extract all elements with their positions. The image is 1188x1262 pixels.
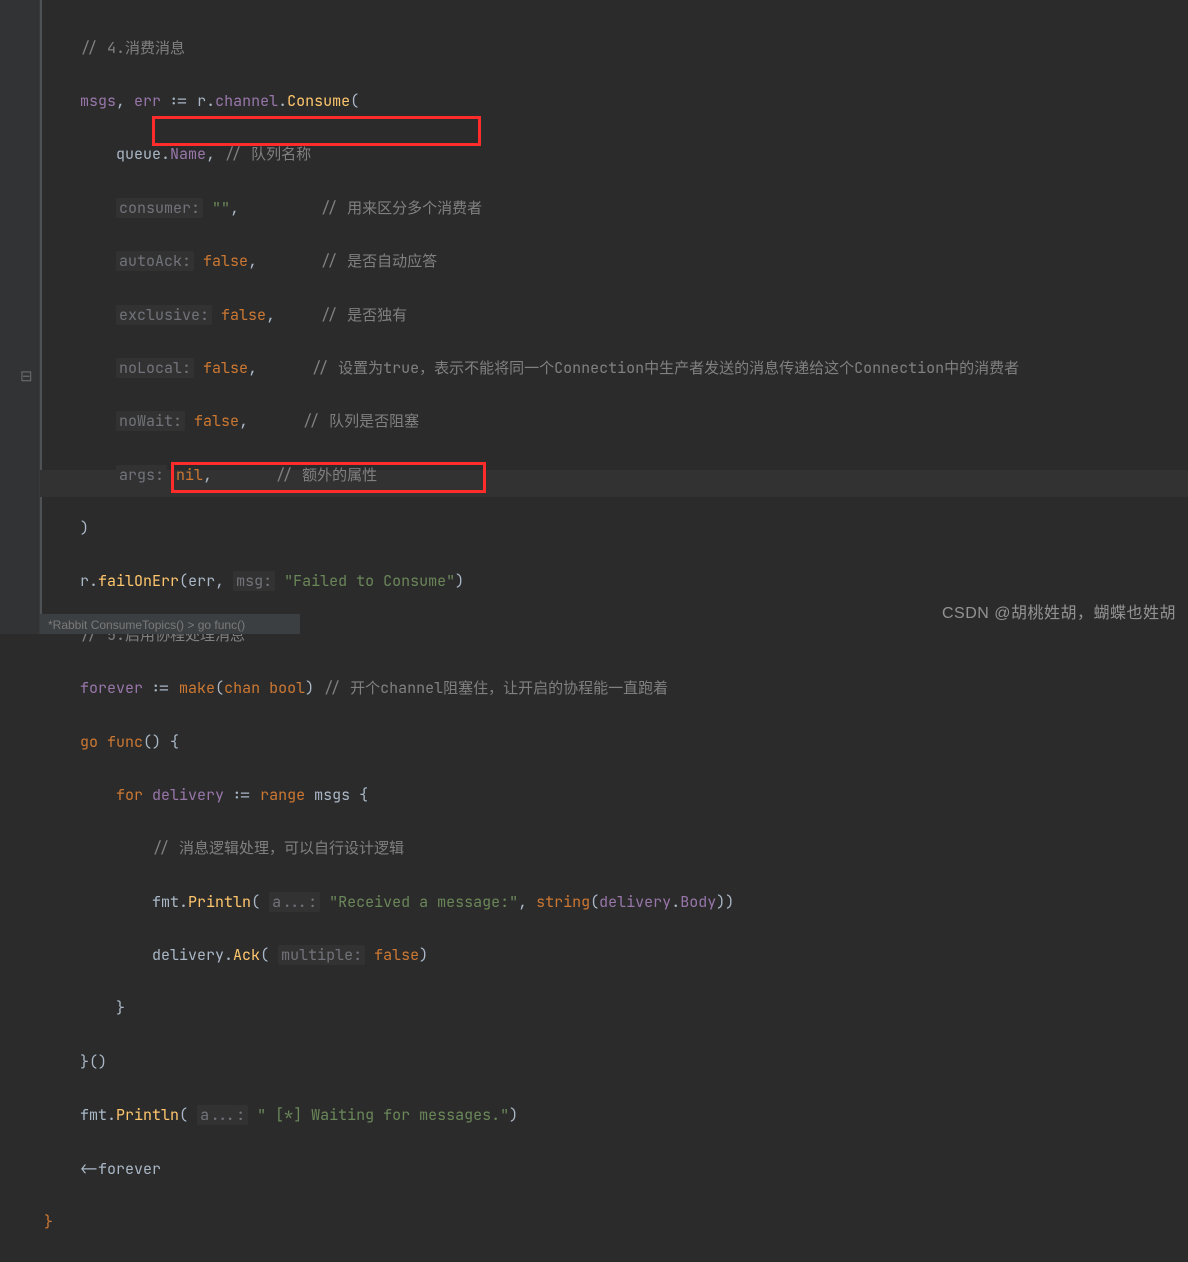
code-line: msgs, err := r.channel.Consume( [80, 88, 1019, 115]
code-line: noWait: false, // 队列是否阻塞 [80, 408, 1019, 435]
highlight-box-ack [171, 462, 486, 493]
code-line: for delivery := range msgs { [80, 782, 1019, 809]
inlay-hint: consumer: [116, 198, 203, 218]
code-line: ) [80, 515, 1019, 542]
code-line: r.failOnErr(err, msg: "Failed to Consume… [80, 568, 1019, 595]
code-line: delivery.Ack( multiple: false) [80, 942, 1019, 969]
code-line: go func() { [80, 729, 1019, 756]
inlay-hint: exclusive: [116, 305, 212, 325]
inlay-hint: noWait: [116, 411, 185, 431]
code-line: fmt.Println( a...: "Received a message:"… [80, 889, 1019, 916]
gutter: ⊟ [0, 0, 40, 634]
inlay-hint: args: [116, 465, 167, 485]
inlay-hint: noLocal: [116, 358, 194, 378]
vertical-line [40, 0, 42, 634]
inlay-hint: a...: [197, 1105, 248, 1125]
code-line: <-forever [80, 1156, 1019, 1183]
code-line: forever := make(chan bool) // 开个channel阻… [80, 675, 1019, 702]
highlight-box-autoack [152, 116, 481, 146]
code-line: autoAck: false, // 是否自动应答 [80, 248, 1019, 275]
comment: // 4.消费消息 [80, 38, 185, 58]
code-line: consumer: "", // 用来区分多个消费者 [80, 195, 1019, 222]
code-line: } [80, 1209, 1019, 1236]
code-line: // 消息逻辑处理，可以自行设计逻辑 [80, 835, 1019, 862]
breadcrumb[interactable]: *Rabbit ConsumeTopics() > go func() [40, 614, 300, 634]
code-line: }() [80, 1049, 1019, 1076]
inlay-hint: multiple: [278, 945, 365, 965]
code-line: // 4.消费消息 [80, 35, 1019, 62]
inlay-hint: a...: [269, 892, 320, 912]
fold-icon[interactable]: ⊟ [20, 364, 33, 391]
inlay-hint: msg: [233, 571, 275, 591]
watermark: CSDN @胡桃姓胡，蝴蝶也姓胡 [942, 600, 1176, 628]
code-line: noLocal: false, // 设置为true，表示不能将同一个Conne… [80, 355, 1019, 382]
code-line: fmt.Println( a...: " [*] Waiting for mes… [80, 1102, 1019, 1129]
code-line: exclusive: false, // 是否独有 [80, 302, 1019, 329]
code-line: } [80, 995, 1019, 1022]
inlay-hint: autoAck: [116, 251, 194, 271]
